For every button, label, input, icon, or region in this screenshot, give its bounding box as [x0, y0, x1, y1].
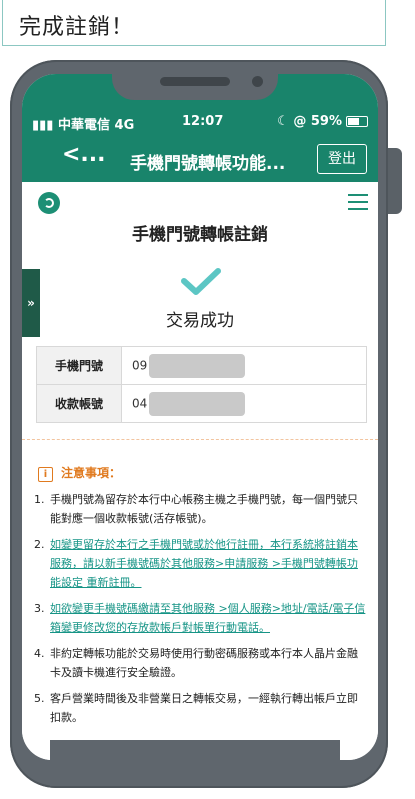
logout-button[interactable]: 登出	[317, 144, 367, 174]
carrier-text: 中華電信 4G	[58, 118, 135, 133]
status-time: 12:07	[182, 114, 224, 129]
account-label: 收款帳號	[36, 384, 122, 423]
table-row: 收款帳號 04	[36, 384, 367, 423]
phone-side-button	[388, 148, 402, 214]
checkmark-icon	[181, 268, 221, 295]
list-item: 5. 客戶營業時間後及非營業日之轉帳交易，一經執行轉出帳戶立即扣款。	[34, 689, 368, 727]
caption-text: 完成註銷！	[19, 15, 135, 40]
nav-title: 手機門號轉帳功能...	[130, 154, 286, 174]
phone-number-label: 手機門號	[36, 346, 122, 385]
main-content: 手機門號轉帳註銷 » 交易成功 手機門號 09 收款帳號 04 i 注意事項： 1…	[22, 182, 378, 760]
item-number: 5.	[34, 692, 45, 705]
list-item: 3. 如欲變更手機號碼繳請至其他服務 >個人服務>地址/電話/電子信箱變更修改您的…	[34, 599, 368, 637]
item-number: 4.	[34, 647, 45, 660]
battery-icon	[346, 116, 368, 127]
item-number: 2.	[34, 538, 45, 551]
battery-percent: 59%	[310, 114, 342, 129]
success-text: 交易成功	[166, 311, 234, 331]
masked-block	[149, 391, 246, 416]
phone-speaker	[160, 77, 230, 86]
lock-rotation-icon: @	[293, 114, 307, 129]
hamburger-menu-icon[interactable]	[348, 194, 368, 215]
list-item: 2. 如變更留存於本行之手機門號或於他行註冊，本行系統將註銷本服務，請以新手機號碼…	[34, 535, 368, 592]
item-text: 手機門號為留存於本行中心帳務主機之手機門號，每一個門號只能對應一個收款帳號(活存…	[50, 493, 358, 525]
item-text: 非約定轉帳功能於交易時使用行動密碼服務或本行本人晶片金融卡及讀卡機進行安全驗證。	[50, 647, 358, 679]
section-divider	[22, 439, 378, 440]
phone-number-value: 09	[132, 358, 148, 372]
notes-heading: i 注意事項：	[38, 464, 121, 482]
phone-bottom-bezel	[50, 740, 340, 786]
masked-block	[149, 353, 246, 378]
info-icon: i	[38, 467, 53, 482]
list-item: 4. 非約定轉帳功能於交易時使用行動密碼服務或本行本人晶片金融卡及讀卡機進行安全驗…	[34, 644, 368, 682]
carrier-label: ▮▮▮ 中華電信 4G	[32, 114, 134, 133]
page-title: 手機門號轉帳註銷	[132, 225, 268, 245]
result-table: 手機門號 09 收款帳號 04	[36, 346, 367, 423]
signal-icon: ▮▮▮	[32, 118, 54, 133]
notes-heading-text: 注意事項：	[61, 466, 122, 480]
notes-list: 1. 手機門號為留存於本行中心帳務主機之手機門號，每一個門號只能對應一個收款帳號(…	[34, 490, 368, 734]
status-right: ☾ @ 59%	[277, 114, 368, 129]
table-row: 手機門號 09	[36, 346, 367, 385]
item-number: 3.	[34, 602, 45, 615]
phone-screen: ▮▮▮ 中華電信 4G 12:07 ☾ @ 59% <... 手機門號轉帳功能.…	[22, 74, 378, 760]
caption-box: 完成註銷！	[2, 0, 386, 46]
account-value: 04	[132, 396, 148, 410]
status-bar: ▮▮▮ 中華電信 4G 12:07 ☾ @ 59%	[22, 114, 378, 133]
item-link[interactable]: 如欲變更手機號碼繳請至其他服務 >個人服務>地址/電話/電子信箱變更修改您的存放…	[50, 602, 365, 634]
bank-logo-icon[interactable]	[38, 192, 60, 214]
moon-icon: ☾	[277, 114, 289, 129]
item-text: 客戶營業時間後及非營業日之轉帳交易，一經執行轉出帳戶立即扣款。	[50, 692, 358, 724]
account-cell: 04	[121, 384, 367, 423]
list-item: 1. 手機門號為留存於本行中心帳務主機之手機門號，每一個門號只能對應一個收款帳號(…	[34, 490, 368, 528]
back-button[interactable]: <...	[62, 142, 106, 167]
item-link[interactable]: 如變更留存於本行之手機門號或於他行註冊，本行系統將註銷本服務，請以新手機號碼於其…	[50, 538, 358, 589]
phone-number-cell: 09	[121, 346, 367, 385]
phone-camera	[252, 76, 263, 87]
nav-bar: <... 手機門號轉帳功能... 登出	[22, 142, 378, 174]
item-number: 1.	[34, 493, 45, 506]
